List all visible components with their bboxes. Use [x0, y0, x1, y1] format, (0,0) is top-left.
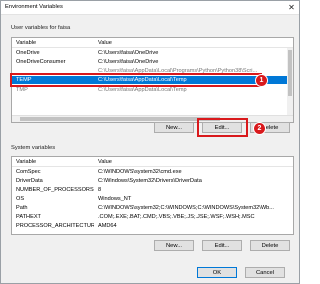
- row-variable: TMP: [16, 87, 28, 93]
- ok-button[interactable]: OK: [197, 267, 237, 278]
- table-row[interactable]: OS Windows_NT: [12, 195, 293, 203]
- table-row[interactable]: PATHEXT .COM;.EXE;.BAT;.CMD;.VBS;.VBE;.J…: [12, 213, 293, 221]
- table-row[interactable]: PROCESSOR_ARCHITECTURE AMD64: [12, 222, 293, 230]
- user-variables-label: User variables for faisa: [11, 25, 71, 31]
- row-value: C:\Users\faisa\OneDrive: [98, 50, 159, 56]
- annotation-badge-1: 1: [255, 74, 268, 87]
- row-value: Windows_NT: [98, 196, 132, 202]
- table-row[interactable]: NUMBER_OF_PROCESSORS 8: [12, 186, 293, 194]
- row-variable: OneDriveConsumer: [16, 59, 66, 65]
- user-list-header: Variable Value: [12, 38, 293, 48]
- title-bar: Environment Variables ✕: [1, 1, 299, 15]
- scrollbar-thumb[interactable]: [288, 50, 292, 96]
- row-variable: PATHEXT: [16, 214, 41, 220]
- user-new-button[interactable]: New...: [154, 122, 194, 133]
- row-variable: PROCESSOR_ARCHITECTURE: [16, 223, 94, 229]
- row-variable: ComSpec: [16, 169, 41, 175]
- cancel-button[interactable]: Cancel: [245, 267, 285, 278]
- close-icon[interactable]: ✕: [287, 3, 296, 12]
- selected-row-highlight: [10, 73, 262, 87]
- row-variable: OneDrive: [16, 50, 40, 56]
- edit-button-highlight: [197, 118, 248, 137]
- horizontal-scrollbar[interactable]: [12, 115, 293, 122]
- system-list-header: Variable Value: [12, 157, 293, 167]
- row-variable: NUMBER_OF_PROCESSORS: [16, 187, 94, 193]
- column-header-value[interactable]: Value: [98, 39, 290, 47]
- environment-variables-dialog: Environment Variables ✕ User variables f…: [0, 0, 300, 284]
- table-row[interactable]: OneDriveConsumer C:\Users\faisa\OneDrive: [12, 58, 293, 66]
- table-row[interactable]: TMP C:\Users\faisa\AppData\Local\Temp: [12, 86, 293, 94]
- table-row[interactable]: DriverData C:\Windows\System32\Drivers\D…: [12, 177, 293, 185]
- system-variables-label: System variables: [11, 145, 56, 151]
- system-edit-button[interactable]: Edit...: [202, 240, 242, 251]
- row-variable: OS: [16, 196, 25, 202]
- row-value: C:\Users\faisa\OneDrive: [98, 59, 159, 65]
- row-value: .COM;.EXE;.BAT;.CMD;.VBS;.VBE;.JS;.JSE;.…: [98, 214, 255, 220]
- table-row[interactable]: OneDrive C:\Users\faisa\OneDrive: [12, 49, 293, 57]
- row-value: C:\WINDOWS\system32\cmd.exe: [98, 169, 182, 175]
- system-new-button[interactable]: New...: [154, 240, 194, 251]
- column-header-variable[interactable]: Variable: [16, 39, 94, 47]
- table-row[interactable]: ComSpec C:\WINDOWS\system32\cmd.exe: [12, 168, 293, 176]
- vertical-scrollbar[interactable]: [287, 48, 293, 116]
- system-variables-list[interactable]: Variable Value ComSpec C:\WINDOWS\system…: [11, 156, 294, 235]
- row-value: C:\Windows\System32\Drivers\DriverData: [98, 178, 202, 184]
- scrollbar-thumb[interactable]: [20, 117, 220, 121]
- table-row[interactable]: Path C:\WINDOWS\system32;C:\WINDOWS;C:\W…: [12, 204, 293, 212]
- annotation-badge-2: 2: [253, 122, 266, 135]
- row-variable: DriverData: [16, 178, 43, 184]
- row-variable: Path: [16, 205, 28, 211]
- system-delete-button[interactable]: Delete: [250, 240, 290, 251]
- row-value: AMD64: [98, 223, 117, 229]
- row-value: C:\WINDOWS\system32;C:\WINDOWS;C:\WINDOW…: [98, 205, 274, 211]
- row-value: 8: [98, 187, 102, 193]
- column-header-variable[interactable]: Variable: [16, 158, 94, 166]
- window-title: Environment Variables: [5, 4, 63, 10]
- row-value: C:\Users\faisa\AppData\Local\Temp: [98, 87, 187, 93]
- column-header-value[interactable]: Value: [98, 158, 290, 166]
